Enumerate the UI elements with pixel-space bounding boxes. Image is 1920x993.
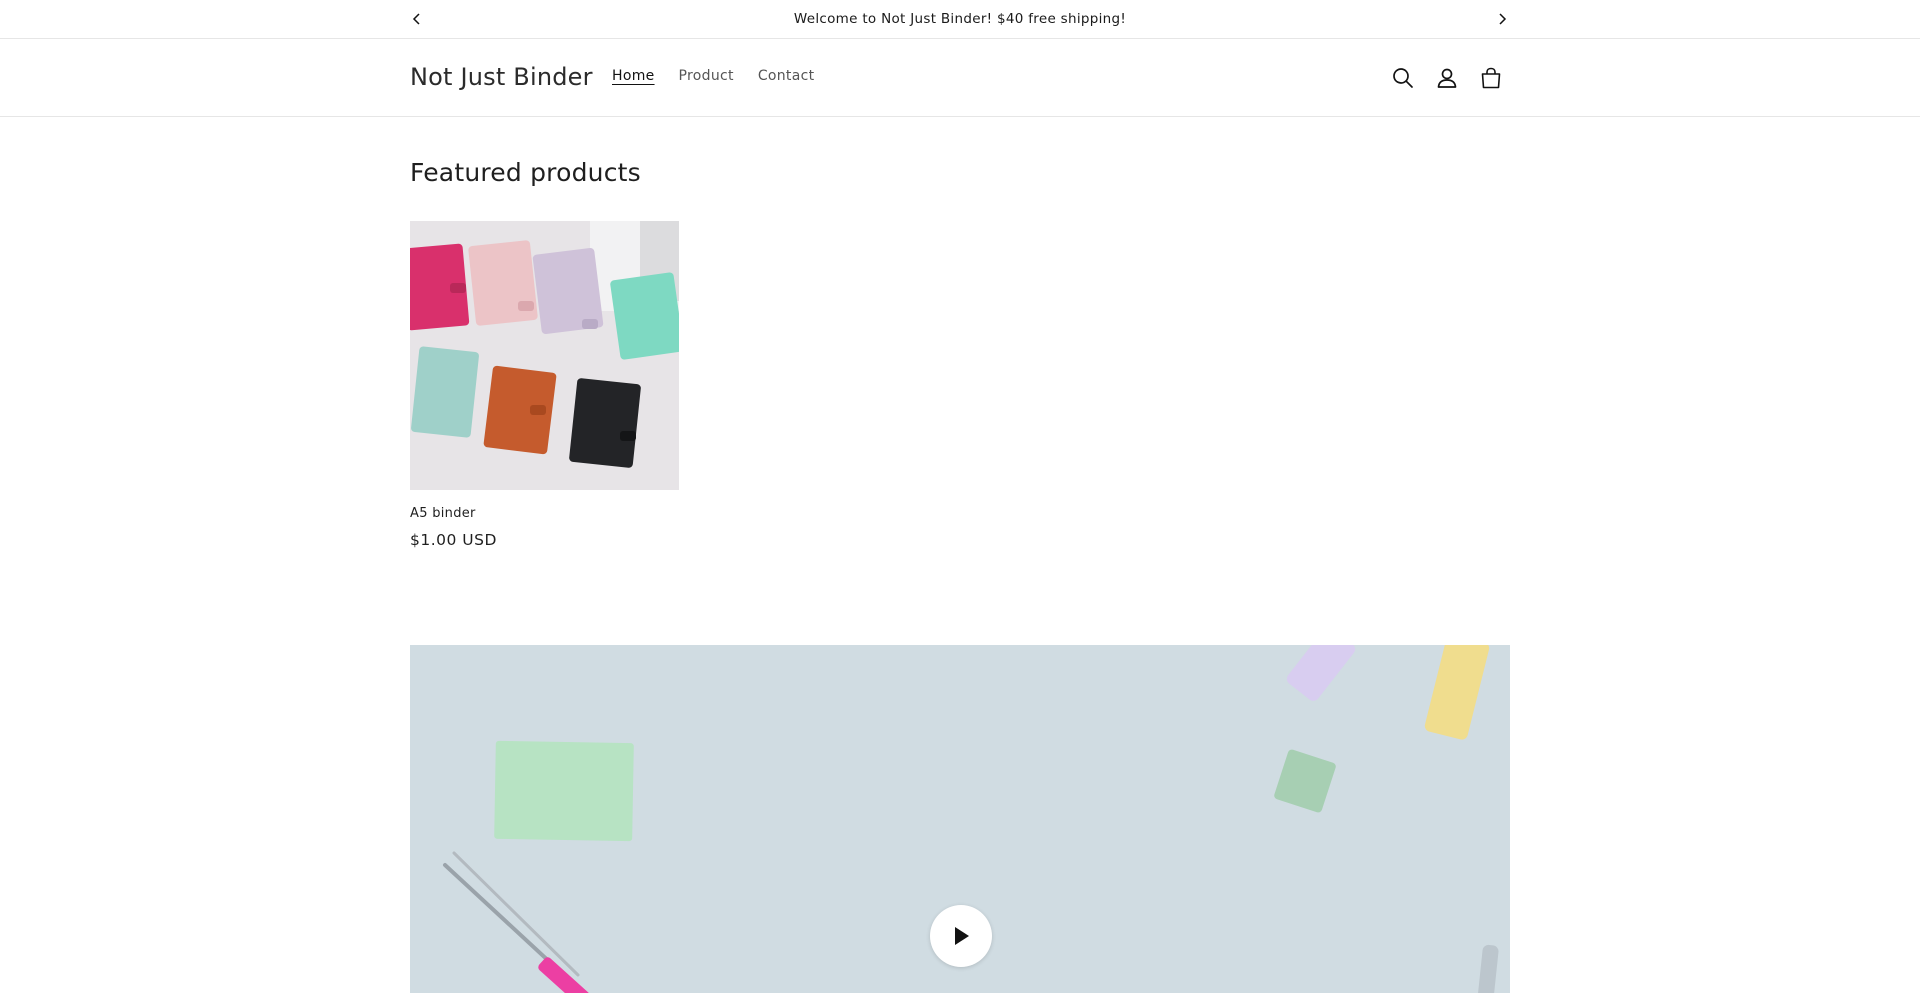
product-title[interactable]: A5 binder bbox=[410, 506, 679, 521]
announcement-text: Welcome to Not Just Binder! $40 free shi… bbox=[793, 11, 1127, 27]
video-section[interactable] bbox=[410, 645, 1510, 993]
site-logo[interactable]: Not Just Binder bbox=[410, 63, 593, 91]
play-button[interactable] bbox=[930, 905, 992, 967]
site-header: Not Just Binder Home Product Contact bbox=[0, 39, 1920, 117]
nav-product[interactable]: Product bbox=[679, 68, 734, 84]
play-icon bbox=[955, 927, 969, 945]
product-price: $1.00 USD bbox=[410, 531, 497, 549]
account-button[interactable] bbox=[1434, 65, 1460, 91]
cart-icon bbox=[1481, 67, 1501, 89]
chevron-right-icon bbox=[1499, 13, 1507, 25]
product-image[interactable] bbox=[410, 221, 679, 490]
featured-title: Featured products bbox=[410, 158, 641, 187]
cart-button[interactable] bbox=[1478, 65, 1504, 91]
account-icon bbox=[1437, 68, 1457, 88]
header-icons bbox=[1390, 65, 1504, 91]
nav-home[interactable]: Home bbox=[612, 68, 655, 84]
search-button[interactable] bbox=[1390, 65, 1416, 91]
main-nav: Home Product Contact bbox=[612, 68, 814, 84]
search-icon bbox=[1393, 68, 1413, 88]
nav-contact[interactable]: Contact bbox=[758, 68, 815, 84]
announcement-next-button[interactable] bbox=[1492, 9, 1512, 29]
announcement-bar: Welcome to Not Just Binder! $40 free shi… bbox=[0, 0, 1920, 39]
product-card[interactable]: A5 binder $1.00 USD bbox=[410, 221, 679, 549]
